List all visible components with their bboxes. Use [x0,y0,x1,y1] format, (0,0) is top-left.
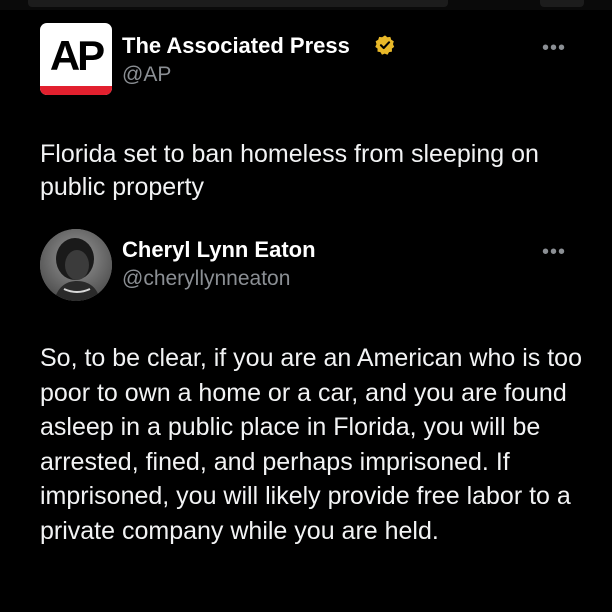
quoted-author-name[interactable]: Cheryl Lynn Eaton [122,237,316,263]
ap-logo-red-bar [40,86,112,95]
avatar-photo [40,229,112,301]
author-handle[interactable]: @AP [122,63,171,87]
tweet-text: Florida set to ban homeless from sleepin… [40,140,539,201]
verified-badge-icon [375,35,395,55]
ap-logo[interactable]: AP [40,23,112,95]
profile-avatar[interactable] [40,229,112,301]
ap-logo-text: AP [49,32,105,79]
quoted-more-options-icon[interactable]: ••• [542,242,566,262]
top-edge-strip [0,0,612,10]
quoted-author-handle[interactable]: @cheryllynneaton [122,267,290,291]
author-name[interactable]: The Associated Press [122,33,350,59]
more-options-icon[interactable]: ••• [542,38,566,58]
quoted-tweet-text: So, to be clear, if you are an American … [40,344,582,545]
